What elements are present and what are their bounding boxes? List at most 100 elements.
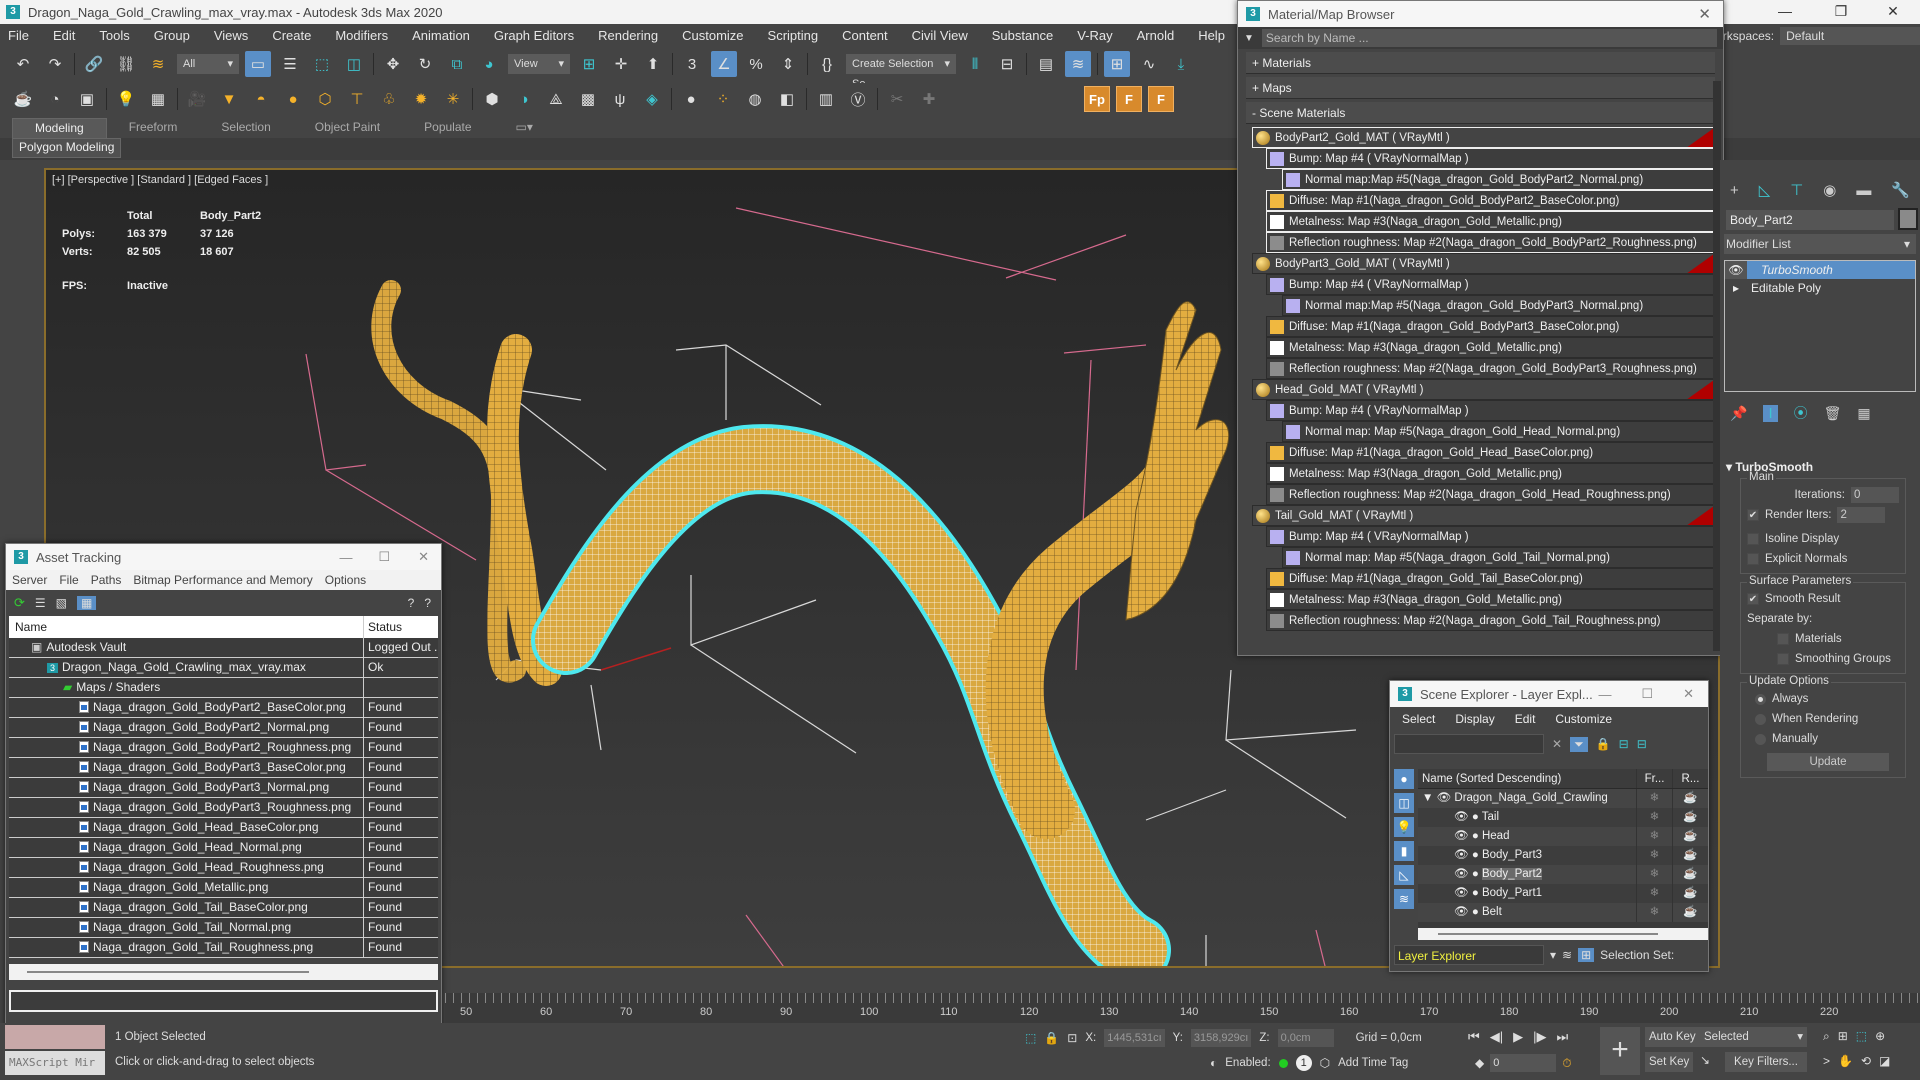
ribbon-tab-populate[interactable]: Populate (402, 118, 493, 138)
menu-views[interactable]: Views (214, 28, 248, 43)
pan-icon[interactable]: ✋ (1838, 1054, 1853, 1068)
material-browser-titlebar[interactable]: 3 Material/Map Browser ✕ (1238, 1, 1723, 27)
schematic-view-icon[interactable]: ⤓ (1168, 51, 1194, 77)
menu-content[interactable]: Content (842, 28, 888, 43)
always-radio[interactable] (1755, 693, 1766, 705)
menu-civil-view[interactable]: Civil View (912, 28, 968, 43)
thumbnail-view-icon[interactable]: ▧ (56, 596, 67, 610)
asset-row[interactable]: ▣ Autodesk Vault Logged Out . (9, 638, 438, 658)
freeze-icon[interactable]: ❄ (1636, 808, 1672, 827)
map-item[interactable]: Bump: Map #4 ( VRayNormalMap ) (1266, 274, 1715, 295)
orbit-icon[interactable]: ⟲ (1861, 1054, 1871, 1068)
renderable-icon[interactable]: ☕ (1672, 808, 1708, 827)
renderable-icon[interactable]: ☕ (1672, 865, 1708, 884)
menu-graph-editors[interactable]: Graph Editors (494, 28, 574, 43)
asset-row[interactable]: 3 Dragon_Naga_Gold_Crawling_max_vray.max O… (9, 658, 438, 678)
vray-mesh-light-icon[interactable]: ⬡ (312, 86, 338, 112)
spinner-snap-icon[interactable]: ⇕ (775, 51, 801, 77)
absolute-mode-icon[interactable]: ⊡ (1067, 1031, 1077, 1045)
renderable-icon[interactable]: ☕ (1672, 827, 1708, 846)
when-rendering-radio[interactable] (1755, 713, 1766, 725)
menu-file[interactable]: File (8, 28, 29, 43)
clear-search-icon[interactable]: ✕ (1552, 737, 1562, 751)
selection-filter-dropdown[interactable]: All ▾ (177, 54, 239, 74)
freeze-icon[interactable]: ❄ (1636, 865, 1672, 884)
freeze-icon[interactable]: ❄ (1636, 903, 1672, 922)
asset-row[interactable]: Naga_dragon_Gold_BodyPart2_BaseColor.png… (9, 698, 438, 718)
menu-customize[interactable]: Customize (682, 28, 743, 43)
remove-modifier-icon[interactable]: 🗑 (1824, 405, 1842, 422)
workspace-dropdown[interactable]: Default▾ (1780, 27, 1920, 45)
geometry-filter-icon[interactable]: ● (1394, 769, 1414, 789)
pin-stack-icon[interactable]: 📌 (1730, 405, 1747, 422)
x-coordinate-field[interactable]: 1445,531cı (1104, 1029, 1165, 1047)
snaps-toggle-icon[interactable]: 3 (679, 51, 705, 77)
scene-search-input[interactable] (1394, 734, 1544, 754)
cameras-filter-icon[interactable]: ▮ (1394, 841, 1414, 861)
maximize-viewport-icon[interactable]: ◪ (1879, 1054, 1890, 1068)
smoothing-groups-checkbox[interactable] (1777, 653, 1789, 665)
maxscript-listener[interactable] (5, 1025, 105, 1049)
name-column-header[interactable]: Name (Sorted Descending) (1418, 769, 1636, 788)
vray-plane-icon[interactable]: ⟁ (543, 86, 569, 112)
mirror-icon[interactable]: ⫴ (962, 51, 988, 77)
add-time-tag[interactable]: Add Time Tag (1338, 1057, 1408, 1069)
asset-row[interactable]: Naga_dragon_Gold_Head_Normal.png Found (9, 838, 438, 858)
vray-sphere-light-icon[interactable]: ● (280, 86, 306, 112)
lock-icon[interactable]: 🔒 (1596, 737, 1611, 751)
modifier-turbosmooth[interactable]: 👁 TurboSmooth (1725, 261, 1915, 279)
vray-instancer-icon[interactable]: ▩ (575, 86, 601, 112)
asset-row[interactable]: Naga_dragon_Gold_Tail_Roughness.png Found (9, 938, 438, 958)
map-item[interactable]: Reflection roughness: Map #2(Naga_dragon… (1266, 232, 1715, 253)
utilities-tab-icon[interactable]: 🔧 (1891, 181, 1910, 199)
map-item[interactable]: Metalness: Map #3(Naga_dragon_Gold_Metal… (1266, 337, 1715, 358)
named-selection-dropdown[interactable]: Create Selection Se▾ (846, 54, 956, 90)
ribbon-toggle-icon[interactable]: ⊞ (1104, 51, 1130, 77)
align-icon[interactable]: ⊟ (994, 51, 1020, 77)
percent-snap-icon[interactable]: % (743, 51, 769, 77)
asset-row[interactable]: Naga_dragon_Gold_BodyPart3_BaseColor.png… (9, 758, 438, 778)
map-item[interactable]: Normal map:Map #5(Naga_dragon_Gold_BodyP… (1282, 169, 1715, 190)
set-key-button[interactable]: Set Key (1645, 1052, 1694, 1072)
link-icon[interactable]: 🔗 (81, 51, 107, 77)
vray-ies-light-icon[interactable]: ⊤ (344, 86, 370, 112)
map-item[interactable]: Metalness: Map #3(Naga_dragon_Gold_Metal… (1266, 211, 1715, 232)
asset-menu-options[interactable]: Options (325, 573, 366, 587)
pivot-center-icon[interactable]: ⊞ (576, 51, 602, 77)
scene-explorer-titlebar[interactable]: 3 Scene Explorer - Layer Expl... — ☐ ✕ (1390, 681, 1708, 707)
bind-space-warp-icon[interactable]: ≋ (145, 51, 171, 77)
update-button[interactable]: Update (1767, 753, 1889, 771)
collapse-arrow-icon[interactable]: ▾ (1726, 460, 1732, 474)
refresh-icon[interactable]: ⟳ (14, 595, 25, 611)
asset-row[interactable]: Naga_dragon_Gold_Metallic.png Found (9, 878, 438, 898)
material-sphere-icon[interactable]: ● (678, 86, 704, 112)
isolate-selection-icon[interactable]: ⬚ (1025, 1031, 1036, 1045)
asset-row[interactable]: Naga_dragon_Gold_BodyPart3_Roughness.png… (9, 798, 438, 818)
menu-rendering[interactable]: Rendering (598, 28, 658, 43)
explorer-mode-dropdown[interactable]: Layer Explorer (1394, 945, 1544, 965)
adaptive-degradation-icon[interactable]: ◐ (1210, 1056, 1217, 1070)
material-converter-icon[interactable]: ◧ (774, 86, 800, 112)
zoom-extents-icon[interactable]: ⬚ (1856, 1029, 1867, 1044)
vray-volume-icon[interactable]: ◈ (639, 86, 665, 112)
expand-arrow-icon[interactable]: ▼ (1422, 792, 1433, 804)
hierarchy-tab-icon[interactable]: ⊤ (1790, 181, 1803, 199)
scene-object-row[interactable]: 👁 ● Belt ❄ ☕ (1418, 903, 1708, 922)
key-tangent-icon[interactable]: ↘ (1700, 1053, 1710, 1067)
menu-edit[interactable]: Edit (53, 28, 75, 43)
unlink-icon[interactable]: ⛓ (113, 51, 139, 77)
angle-snap-icon[interactable]: ∠ (711, 51, 737, 77)
close-icon[interactable]: ✕ (1698, 5, 1711, 23)
lights-filter-icon[interactable]: 💡 (1394, 817, 1414, 837)
render-iters-checkbox[interactable]: ✔ (1747, 509, 1759, 521)
vray-logo-icon[interactable]: Ⓥ (845, 86, 871, 112)
eye-icon[interactable]: 👁 (1725, 261, 1747, 279)
vray-light-plane-icon[interactable]: ▼ (216, 86, 242, 112)
asset-menu-paths[interactable]: Paths (91, 573, 122, 587)
undo-icon[interactable]: ↶ (10, 51, 36, 77)
ribbon-options-icon[interactable]: ▭▾ (494, 118, 555, 138)
scene-object-row[interactable]: 👁 ● Tail ❄ ☕ (1418, 808, 1708, 827)
scene-menu-customize[interactable]: Customize (1555, 712, 1612, 726)
modifier-editable-poly[interactable]: ▸ Editable Poly (1725, 279, 1915, 297)
time-tag-icon[interactable]: 1 (1295, 1055, 1312, 1071)
